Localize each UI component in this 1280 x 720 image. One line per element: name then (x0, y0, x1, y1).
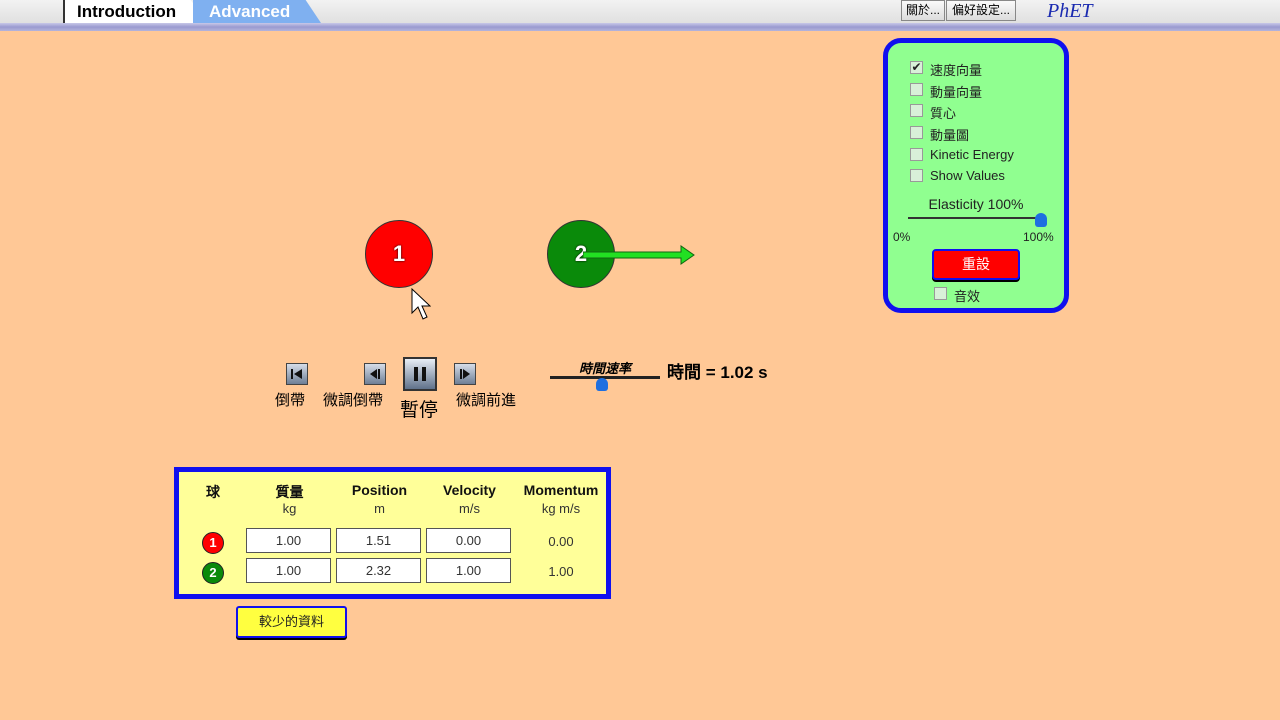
tab-introduction[interactable]: Introduction (63, 0, 208, 23)
header-momentum: Momentum (523, 482, 599, 498)
elasticity-min-label: 0% (893, 230, 911, 244)
pause-button[interactable] (403, 357, 437, 391)
mass-input-2[interactable]: 1.00 (246, 558, 331, 583)
elasticity-slider-track[interactable] (908, 217, 1042, 219)
rewind-button[interactable] (286, 363, 308, 385)
step-forward-icon (460, 369, 470, 379)
row-ball-2: 2 (202, 562, 224, 584)
header-mass: 質量 (275, 484, 304, 500)
checkbox-label: Show Values (930, 168, 1005, 183)
momentum-value-2: 1.00 (548, 564, 574, 579)
checkbox-icon[interactable] (910, 126, 923, 139)
row-ball-1: 1 (202, 532, 224, 554)
step-back-label: 微調倒帶 (323, 392, 384, 409)
checkbox-icon[interactable] (910, 169, 923, 182)
checkbox-label: 質心 (930, 106, 957, 121)
unit-mass: kg (282, 501, 297, 516)
time-rate-label: 時間速率 (578, 361, 631, 376)
checkbox-icon[interactable] (934, 287, 947, 300)
unit-velocity: m/s (459, 501, 480, 516)
control-panel: ✔ 速度向量 動量向量 質心 動量圖 Kinetic Energy Show V… (883, 38, 1069, 313)
reset-button[interactable]: 重設 (932, 249, 1020, 280)
header-position: Position (351, 482, 408, 498)
unit-position: m (374, 501, 385, 516)
position-input-1[interactable]: 1.51 (336, 528, 421, 553)
elasticity-slider-thumb[interactable] (1035, 213, 1047, 227)
checkbox-icon[interactable]: ✔ (910, 61, 923, 74)
checkbox-icon[interactable] (910, 148, 923, 161)
velocity-input-1[interactable]: 0.00 (426, 528, 511, 553)
position-input-2[interactable]: 2.32 (336, 558, 421, 583)
rewind-label: 倒帶 (275, 392, 306, 409)
tab-bar-stripe (0, 23, 1280, 31)
mass-input-1[interactable]: 1.00 (246, 528, 331, 553)
pause-icon (414, 367, 426, 381)
preferences-button[interactable]: 偏好設定... (946, 0, 1016, 21)
mouse-cursor-icon (411, 288, 431, 320)
checkbox-label: 動量向量 (930, 85, 983, 100)
checkbox-icon[interactable] (910, 104, 923, 117)
step-forward-label: 微調前進 (456, 392, 517, 409)
header-velocity: Velocity (443, 482, 496, 498)
time-readout: 時間 = 1.02 s (667, 363, 768, 382)
step-back-icon (370, 369, 380, 379)
step-forward-button[interactable] (454, 363, 476, 385)
tab-advanced[interactable]: Advanced (193, 0, 321, 23)
checkbox-label: 動量圖 (930, 128, 970, 143)
rewind-icon (291, 369, 302, 379)
pause-label: 暫停 (400, 400, 439, 421)
less-data-button[interactable]: 較少的資料 (236, 606, 347, 638)
checkbox-label: Kinetic Energy (930, 147, 1014, 162)
checkbox-icon[interactable] (910, 83, 923, 96)
ball-1[interactable]: 1 (365, 220, 433, 288)
velocity-arrow-icon[interactable] (583, 245, 698, 265)
about-button[interactable]: 關於... (901, 0, 945, 21)
header-ball: 球 (206, 484, 220, 500)
unit-momentum: kg m/s (541, 501, 581, 516)
checkbox-label: 音效 (954, 289, 981, 304)
momentum-value-1: 0.00 (548, 534, 574, 549)
elasticity-label: Elasticity 100% (928, 196, 1024, 212)
time-rate-slider-thumb[interactable] (596, 378, 608, 391)
velocity-input-2[interactable]: 1.00 (426, 558, 511, 583)
elasticity-max-label: 100% (1023, 230, 1054, 244)
phet-logo: PhET (1047, 0, 1093, 22)
step-back-button[interactable] (364, 363, 386, 385)
checkbox-label: 速度向量 (930, 63, 983, 78)
data-table: 球 質量 kg Position m Velocity m/s Momentum… (174, 467, 611, 599)
